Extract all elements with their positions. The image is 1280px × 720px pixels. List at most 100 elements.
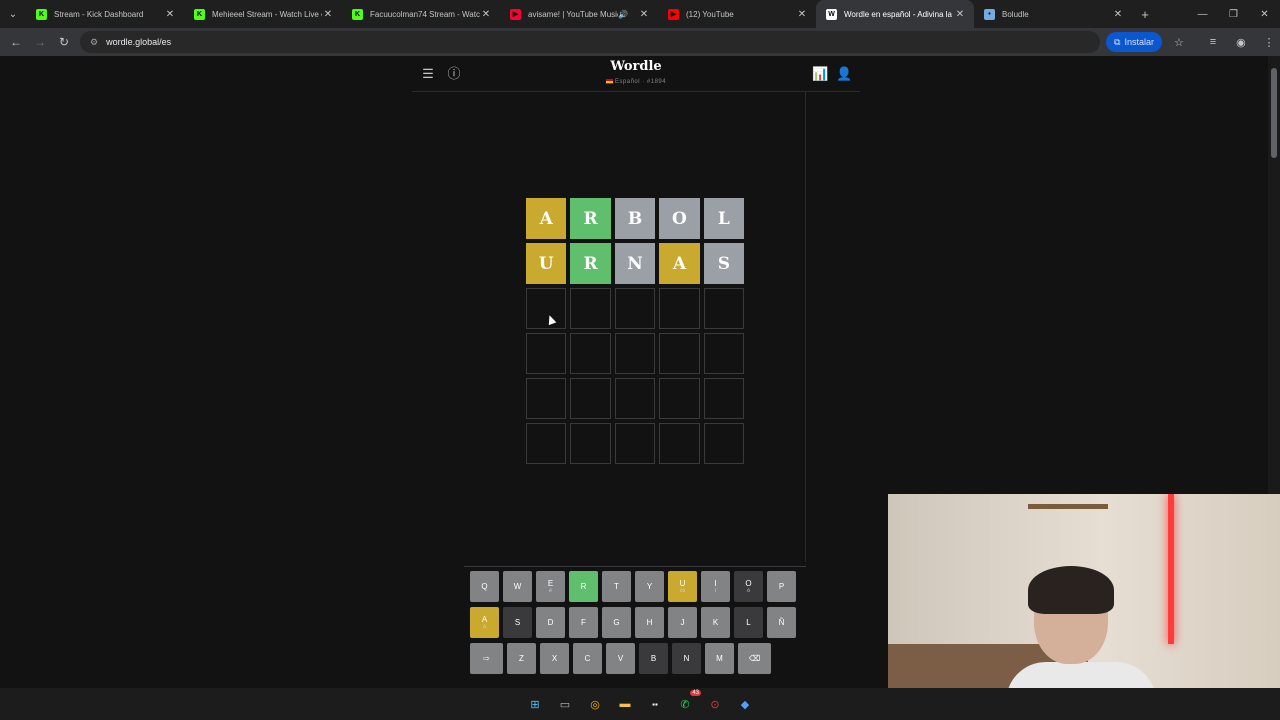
close-window-icon[interactable]: ✕ bbox=[1249, 0, 1280, 28]
recording-icon[interactable]: ⊙ bbox=[705, 694, 725, 714]
key-u[interactable]: Uúü bbox=[668, 571, 697, 602]
url-text: wordle.global/es bbox=[106, 37, 172, 47]
key-r[interactable]: R bbox=[569, 571, 598, 602]
account-icon[interactable]: 👤 bbox=[836, 66, 852, 82]
key-e[interactable]: Eé bbox=[536, 571, 565, 602]
key-y[interactable]: Y bbox=[635, 571, 664, 602]
on-screen-keyboard: Q W Eé R T Y Uúü Ií Oó P Aá S D F G H J K L Ñ ⇨ Z X C V B N M ⌫ bbox=[464, 566, 806, 679]
tab-search-icon[interactable]: ⌄ bbox=[0, 0, 26, 28]
key-o[interactable]: Oó bbox=[734, 571, 763, 602]
browser-tab[interactable]: ▶ avisame! | YouTube Music 🔊 ✕ bbox=[500, 0, 658, 28]
key-v[interactable]: V bbox=[606, 643, 635, 674]
key-s[interactable]: S bbox=[503, 607, 532, 638]
reload-icon[interactable]: ↻ bbox=[52, 35, 76, 49]
board-tile bbox=[526, 423, 567, 464]
key-h[interactable]: H bbox=[635, 607, 664, 638]
game-subtitle: Español · #1894 bbox=[412, 79, 860, 85]
address-bar[interactable]: ⚙ wordle.global/es bbox=[80, 31, 1100, 53]
board-tile: R bbox=[570, 198, 611, 239]
spain-flag-icon bbox=[605, 79, 613, 84]
key-x[interactable]: X bbox=[540, 643, 569, 674]
key-q[interactable]: Q bbox=[470, 571, 499, 602]
youtube-icon: ▶ bbox=[668, 8, 679, 20]
key-a[interactable]: Aá bbox=[470, 607, 499, 638]
chrome-icon[interactable]: ◎ bbox=[585, 694, 605, 714]
key-label: B bbox=[650, 654, 657, 663]
key-label: ⇨ bbox=[483, 654, 490, 663]
close-tab-icon[interactable]: ✕ bbox=[322, 9, 334, 20]
browser-tab-strip: ⌄ K Stream - Kick Dashboard ✕ K Mehieeel Str… bbox=[0, 0, 1280, 28]
board-tile bbox=[659, 423, 700, 464]
game-logo: Wordle bbox=[610, 59, 662, 74]
browser-menu-icon[interactable]: ⋮ bbox=[1258, 36, 1280, 49]
bookmark-star-icon[interactable]: ☆ bbox=[1168, 36, 1190, 49]
board-tile bbox=[614, 288, 656, 329]
browser-tab[interactable]: W Wordle en español - Adivina la ✕ bbox=[816, 0, 974, 28]
key-w[interactable]: W bbox=[503, 571, 532, 602]
close-tab-icon[interactable]: ✕ bbox=[1112, 9, 1124, 20]
folder-icon[interactable]: ▬ bbox=[615, 694, 635, 714]
key-ñ[interactable]: Ñ bbox=[767, 607, 796, 638]
kick-icon: K bbox=[36, 8, 47, 20]
app-icon[interactable]: ▪▪ bbox=[645, 694, 665, 714]
browser-tab[interactable]: • Boludle ✕ bbox=[974, 0, 1132, 28]
tab-title: (12) YouTube bbox=[686, 9, 734, 19]
minimize-icon[interactable]: — bbox=[1187, 0, 1218, 28]
key-l[interactable]: L bbox=[734, 607, 763, 638]
key-j[interactable]: J bbox=[668, 607, 697, 638]
whatsapp-icon[interactable]: ✆ 43 bbox=[675, 690, 701, 714]
board-tile bbox=[526, 333, 567, 374]
key-t[interactable]: T bbox=[602, 571, 631, 602]
key-z[interactable]: Z bbox=[507, 643, 536, 674]
key-label: H bbox=[646, 618, 653, 627]
key-d[interactable]: D bbox=[536, 607, 565, 638]
close-tab-icon[interactable]: ✕ bbox=[480, 9, 492, 20]
profile-icon[interactable]: ◉ bbox=[1230, 36, 1252, 49]
audio-playing-icon[interactable]: 🔊 bbox=[618, 10, 628, 19]
board-tile: O bbox=[659, 198, 700, 239]
media-control-icon[interactable]: ≡ bbox=[1202, 36, 1224, 48]
key-k[interactable]: K bbox=[701, 607, 730, 638]
key-g[interactable]: G bbox=[602, 607, 631, 638]
key-label: U bbox=[679, 579, 686, 588]
app2-icon[interactable]: ◆ bbox=[735, 694, 755, 714]
key-label: I bbox=[714, 579, 717, 588]
key-i[interactable]: Ií bbox=[701, 571, 730, 602]
forward-icon[interactable]: → bbox=[28, 35, 52, 49]
tab-title: avisame! | YouTube Music bbox=[528, 9, 619, 19]
enter-key[interactable]: ⇨ bbox=[470, 643, 503, 674]
back-icon[interactable]: ← bbox=[4, 35, 28, 49]
key-p[interactable]: P bbox=[767, 571, 796, 602]
board-tile bbox=[570, 288, 611, 329]
key-f[interactable]: F bbox=[569, 607, 598, 638]
browser-tab[interactable]: K Mehieeel Stream - Watch Live o ✕ bbox=[184, 0, 342, 28]
close-tab-icon[interactable]: ✕ bbox=[164, 9, 176, 20]
key-b[interactable]: B bbox=[639, 643, 668, 674]
key-c[interactable]: C bbox=[573, 643, 602, 674]
backspace-key[interactable]: ⌫ bbox=[738, 643, 771, 674]
browser-tab[interactable]: K Stream - Kick Dashboard ✕ bbox=[26, 0, 184, 28]
key-label: S bbox=[514, 618, 521, 627]
board-tile bbox=[526, 288, 567, 329]
key-m[interactable]: M bbox=[705, 643, 734, 674]
window-controls: — ❐ ✕ bbox=[1187, 0, 1280, 28]
stats-icon[interactable]: 📊 bbox=[812, 66, 828, 82]
close-tab-icon[interactable]: ✕ bbox=[954, 9, 966, 20]
scrollbar-thumb[interactable] bbox=[1271, 68, 1277, 158]
windows-start-icon[interactable]: ⊞ bbox=[525, 694, 545, 714]
install-icon: ⧉ bbox=[1114, 36, 1121, 47]
key-label: K bbox=[712, 618, 719, 627]
new-tab-button[interactable]: + bbox=[1132, 7, 1158, 22]
close-tab-icon[interactable]: ✕ bbox=[796, 9, 808, 20]
browser-tab[interactable]: ▶ (12) YouTube ✕ bbox=[658, 0, 816, 28]
site-info-icon[interactable]: ⚙ bbox=[90, 37, 98, 48]
file-explorer-icon[interactable]: ▭ bbox=[555, 694, 575, 714]
browser-tab[interactable]: K Facuucolman74 Stream - Watch ✕ bbox=[342, 0, 500, 28]
restore-icon[interactable]: ❐ bbox=[1218, 0, 1249, 28]
key-n[interactable]: N bbox=[672, 643, 701, 674]
board-tile bbox=[614, 333, 656, 374]
close-tab-icon[interactable]: ✕ bbox=[638, 9, 650, 20]
webcam-hair bbox=[1028, 566, 1114, 614]
install-app-button[interactable]: ⧉ Instalar bbox=[1106, 32, 1162, 52]
board-tile bbox=[614, 378, 656, 419]
